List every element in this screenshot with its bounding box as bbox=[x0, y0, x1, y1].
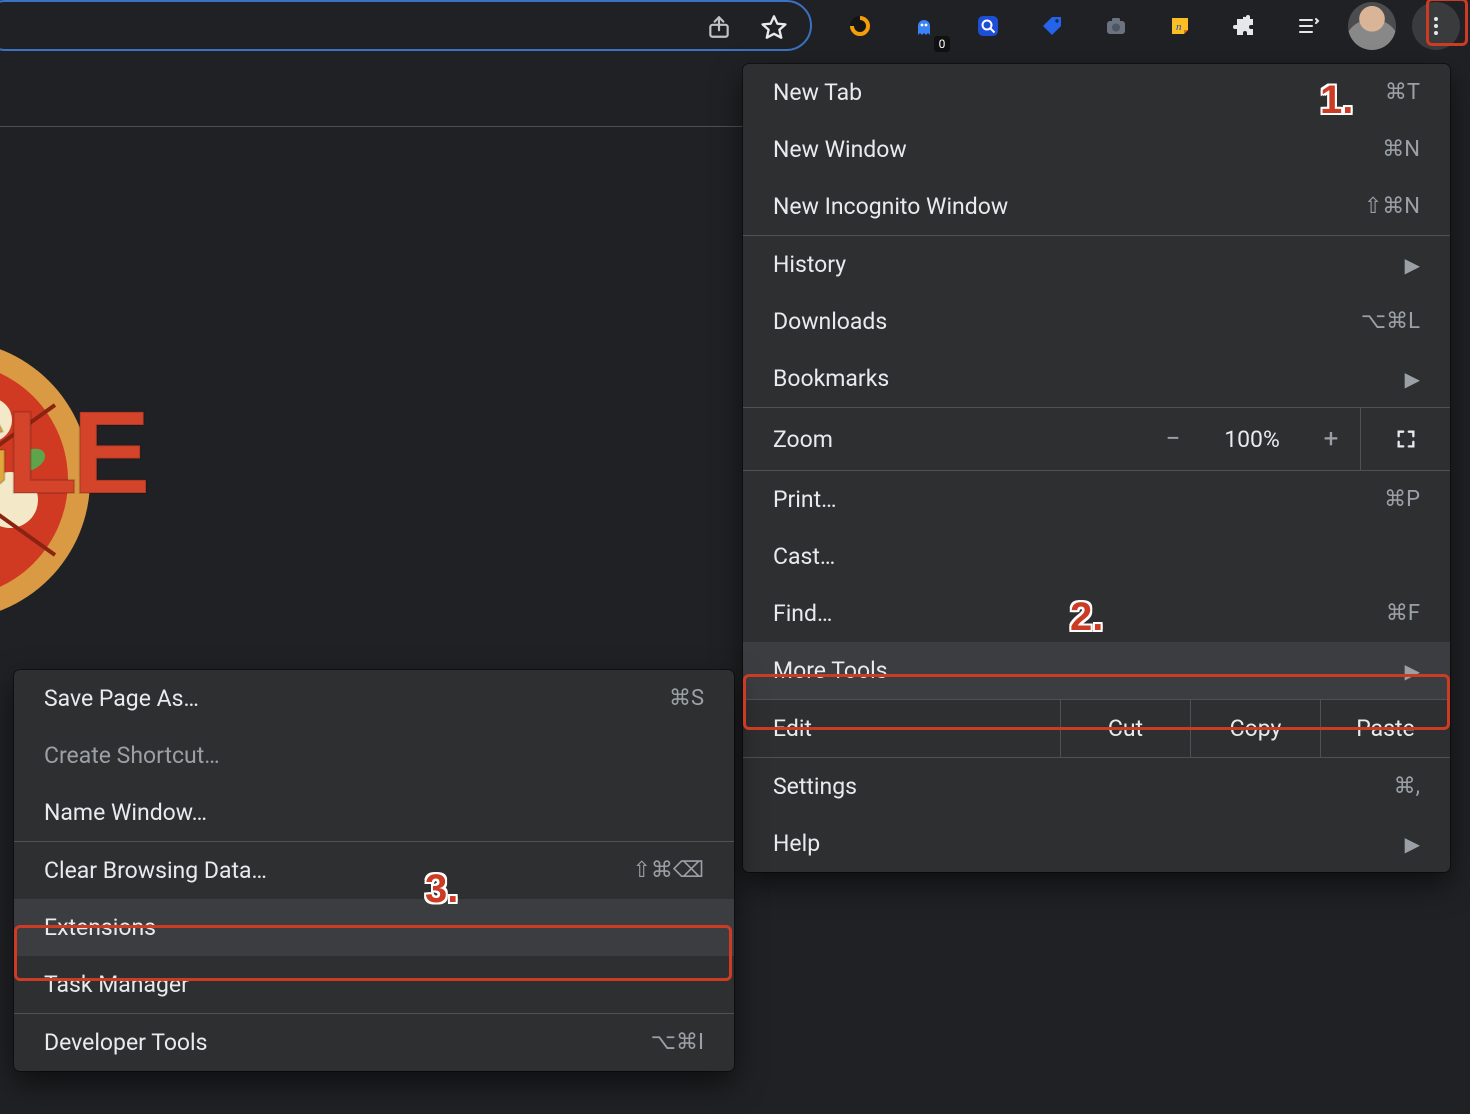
reading-list-icon[interactable] bbox=[1284, 2, 1332, 50]
svg-text:n: n bbox=[1176, 21, 1182, 33]
menu-item-shortcut: ⇧⌘⌫ bbox=[632, 858, 704, 883]
menu-item-label: History bbox=[773, 251, 1397, 278]
menu-item-label: Save Page As… bbox=[44, 685, 669, 712]
chrome-main-menu: New Tab⌘TNew Window⌘NNew Incognito Windo… bbox=[743, 64, 1450, 872]
menu-item-task-manager[interactable]: Task Manager bbox=[14, 956, 734, 1013]
share-icon[interactable] bbox=[706, 14, 730, 38]
menu-item-shortcut: ⌘N bbox=[1382, 137, 1420, 162]
menu-item-label: Help bbox=[773, 830, 1397, 857]
menu-item-history[interactable]: History ▶ bbox=[743, 236, 1450, 293]
camera-icon[interactable] bbox=[1092, 2, 1140, 50]
menu-item-label: Bookmarks bbox=[773, 365, 1397, 392]
menu-item-label: New Incognito Window bbox=[773, 193, 1364, 220]
zoom-row: Zoom − 100% + bbox=[743, 408, 1450, 470]
chrome-more-tools-submenu: Save Page As…⌘S Create Shortcut… Name Wind… bbox=[14, 670, 734, 1071]
edit-label: Edit bbox=[773, 715, 1060, 742]
tag-icon[interactable] bbox=[1028, 2, 1076, 50]
menu-item-label: New Window bbox=[773, 136, 1382, 163]
avatar-icon[interactable] bbox=[1348, 2, 1396, 50]
menu-item-help[interactable]: Help ▶ bbox=[743, 815, 1450, 872]
menu-item-label: Settings bbox=[773, 773, 1394, 800]
copy-button[interactable]: Copy bbox=[1190, 700, 1320, 757]
menu-item-clear-browsing-data[interactable]: Clear Browsing Data…⇧⌘⌫ bbox=[14, 842, 734, 899]
menu-item-shortcut: ⇧⌘N bbox=[1364, 194, 1420, 219]
doodle-letters: G L E bbox=[0, 385, 145, 521]
menu-item-label: Name Window… bbox=[44, 799, 704, 826]
zoom-value: 100% bbox=[1202, 426, 1302, 453]
menu-item-save-page-as[interactable]: Save Page As…⌘S bbox=[14, 670, 734, 727]
ghost-icon[interactable]: 0 bbox=[900, 2, 948, 50]
menu-item-find[interactable]: Find…⌘F bbox=[743, 585, 1450, 642]
cut-button[interactable]: Cut bbox=[1060, 700, 1190, 757]
sticky-note-icon[interactable]: n bbox=[1156, 2, 1204, 50]
menu-item-shortcut: ⌥⌘L bbox=[1361, 309, 1420, 334]
menu-item-shortcut: ⌘S bbox=[669, 686, 704, 711]
submenu-arrow-icon: ▶ bbox=[1405, 253, 1420, 277]
menu-item-more-tools[interactable]: More Tools ▶ bbox=[743, 642, 1450, 699]
menu-item-shortcut: ⌘P bbox=[1384, 487, 1420, 512]
puzzle-icon[interactable] bbox=[1220, 2, 1268, 50]
ghost-badge: 0 bbox=[934, 36, 950, 52]
menu-item-label: Clear Browsing Data… bbox=[44, 857, 632, 884]
menu-item-label: More Tools bbox=[773, 657, 1397, 684]
menu-item-label: Developer Tools bbox=[44, 1029, 651, 1056]
kebab-menu-icon[interactable] bbox=[1412, 2, 1460, 50]
zoom-in-button[interactable]: + bbox=[1302, 424, 1360, 454]
toolbar-extensions: 0 n bbox=[836, 0, 1460, 51]
menu-item-developer-tools[interactable]: Developer Tools⌥⌘I bbox=[14, 1014, 734, 1071]
menu-item-label: Extensions bbox=[44, 914, 704, 941]
menu-item-label: New Tab bbox=[773, 79, 1385, 106]
paste-button[interactable]: Paste bbox=[1320, 700, 1450, 757]
menu-item-cast[interactable]: Cast… bbox=[743, 528, 1450, 585]
submenu-arrow-icon: ▶ bbox=[1405, 659, 1420, 683]
search-tile-icon[interactable] bbox=[964, 2, 1012, 50]
menu-item-label: Print… bbox=[773, 486, 1384, 513]
menu-item-shortcut: ⌘T bbox=[1385, 80, 1420, 105]
menu-item-label: Cast… bbox=[773, 543, 1420, 570]
menu-item-name-window[interactable]: Name Window… bbox=[14, 784, 734, 841]
menu-item-create-shortcut: Create Shortcut… bbox=[14, 727, 734, 784]
edit-row: Edit Cut Copy Paste bbox=[743, 700, 1450, 757]
menu-item-shortcut: ⌘, bbox=[1394, 774, 1420, 799]
menu-item-new-incognito-window[interactable]: New Incognito Window⇧⌘N bbox=[743, 178, 1450, 235]
menu-item-label: Create Shortcut… bbox=[44, 742, 704, 769]
zoom-out-button[interactable]: − bbox=[1144, 424, 1202, 454]
menu-item-bookmarks[interactable]: Bookmarks ▶ bbox=[743, 350, 1450, 407]
orange-swirl-icon[interactable] bbox=[836, 2, 884, 50]
menu-item-label: Downloads bbox=[773, 308, 1361, 335]
submenu-arrow-icon: ▶ bbox=[1405, 832, 1420, 856]
menu-item-settings[interactable]: Settings⌘, bbox=[743, 758, 1450, 815]
menu-item-label: Task Manager bbox=[44, 971, 704, 998]
menu-item-shortcut: ⌘F bbox=[1386, 601, 1420, 626]
fullscreen-button[interactable] bbox=[1360, 408, 1450, 470]
menu-item-new-tab[interactable]: New Tab⌘T bbox=[743, 64, 1450, 121]
menu-item-shortcut: ⌥⌘I bbox=[651, 1030, 704, 1055]
zoom-label: Zoom bbox=[773, 426, 1144, 453]
menu-item-print[interactable]: Print…⌘P bbox=[743, 471, 1450, 528]
omnibox-right bbox=[0, 0, 812, 51]
page-divider bbox=[0, 126, 750, 127]
star-icon[interactable] bbox=[760, 14, 784, 38]
menu-item-label: Find… bbox=[773, 600, 1386, 627]
google-doodle: G L E bbox=[0, 330, 400, 630]
submenu-arrow-icon: ▶ bbox=[1405, 367, 1420, 391]
menu-item-downloads[interactable]: Downloads⌥⌘L bbox=[743, 293, 1450, 350]
menu-item-extensions[interactable]: Extensions bbox=[14, 899, 734, 956]
menu-item-new-window[interactable]: New Window⌘N bbox=[743, 121, 1450, 178]
